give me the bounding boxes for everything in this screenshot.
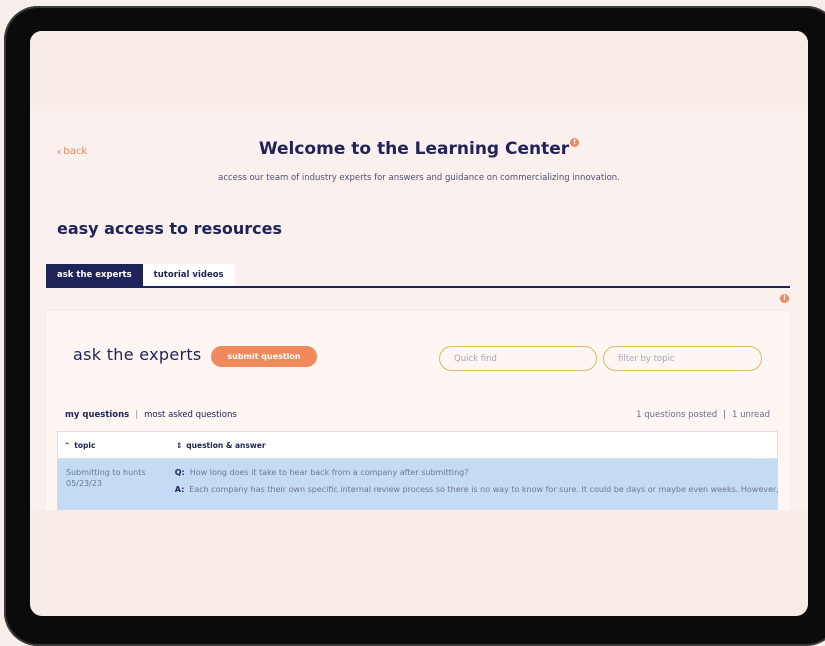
subnav-separator: |	[135, 410, 139, 420]
row-question: Q: How long does it take to hear back fro…	[175, 467, 778, 479]
question-text: How long does it take to hear back from …	[189, 468, 469, 477]
topic-header-label: topic	[74, 440, 96, 450]
row-topic: Submitting to hunts	[66, 468, 146, 477]
tab-ask-the-experts[interactable]: ask the experts	[46, 264, 143, 286]
resource-tabs: ask the experts tutorial videos	[46, 264, 235, 286]
qa-header-label: question & answer	[186, 440, 266, 450]
learning-center-page: ‹ back Welcome to the Learning Center! a…	[30, 31, 808, 510]
page-title-text: Welcome to the Learning Center	[258, 139, 570, 159]
topic-column-header[interactable]: ⌃ topic	[58, 441, 176, 450]
most-asked-questions-link[interactable]: most asked questions	[144, 410, 237, 420]
quick-find-input[interactable]	[439, 346, 597, 371]
table-header: ⌃ topic ⇕ question & answer	[57, 431, 778, 459]
question-prefix: Q:	[174, 468, 185, 477]
table-row[interactable]: Submitting to hunts 05/23/23 Q: How long …	[57, 459, 778, 510]
answer-text: Each company has their own specific inte…	[189, 485, 778, 494]
page-title: Welcome to the Learning Center!	[30, 138, 808, 159]
page-subtitle: access our team of industry experts for …	[218, 173, 620, 183]
tab-underline	[46, 286, 790, 288]
filter-by-topic-input[interactable]	[603, 346, 762, 371]
qa-column-header[interactable]: ⇕ question & answer	[176, 441, 266, 450]
top-band	[30, 31, 808, 111]
row-meta: Submitting to hunts 05/23/23	[57, 459, 170, 510]
tab-tutorial-videos[interactable]: tutorial videos	[142, 264, 235, 286]
ask-experts-card: ask the experts submit question my quest…	[46, 311, 790, 510]
questions-table: ⌃ topic ⇕ question & answer Submitting t…	[57, 431, 778, 510]
answer-prefix: A:	[174, 485, 185, 494]
row-date: 05/23/23	[66, 479, 102, 488]
row-answer: A: Each company has their own specific in…	[175, 484, 778, 496]
questions-subnav: my questions | most asked questions	[65, 410, 237, 420]
stats-separator: |	[723, 410, 726, 420]
unread-count: 1 unread	[731, 410, 770, 420]
my-questions-link[interactable]: my questions	[65, 410, 129, 420]
row-qa: Q: How long does it take to hear back fro…	[170, 459, 778, 510]
question-stats: 1 questions posted | 1 unread	[636, 410, 770, 420]
section-title: easy access to resources	[57, 219, 283, 238]
questions-posted-count: 1 questions posted	[636, 410, 718, 420]
card-title: ask the experts	[73, 345, 202, 364]
screen: ‹ back Welcome to the Learning Center! a…	[30, 31, 808, 616]
sort-icon: ⇕	[176, 440, 183, 450]
alert-badge-icon: !	[570, 138, 580, 147]
submit-question-button[interactable]: submit question	[211, 346, 317, 367]
alert-badge-icon[interactable]: !	[780, 294, 789, 303]
chevron-up-icon: ⌃	[64, 440, 71, 450]
